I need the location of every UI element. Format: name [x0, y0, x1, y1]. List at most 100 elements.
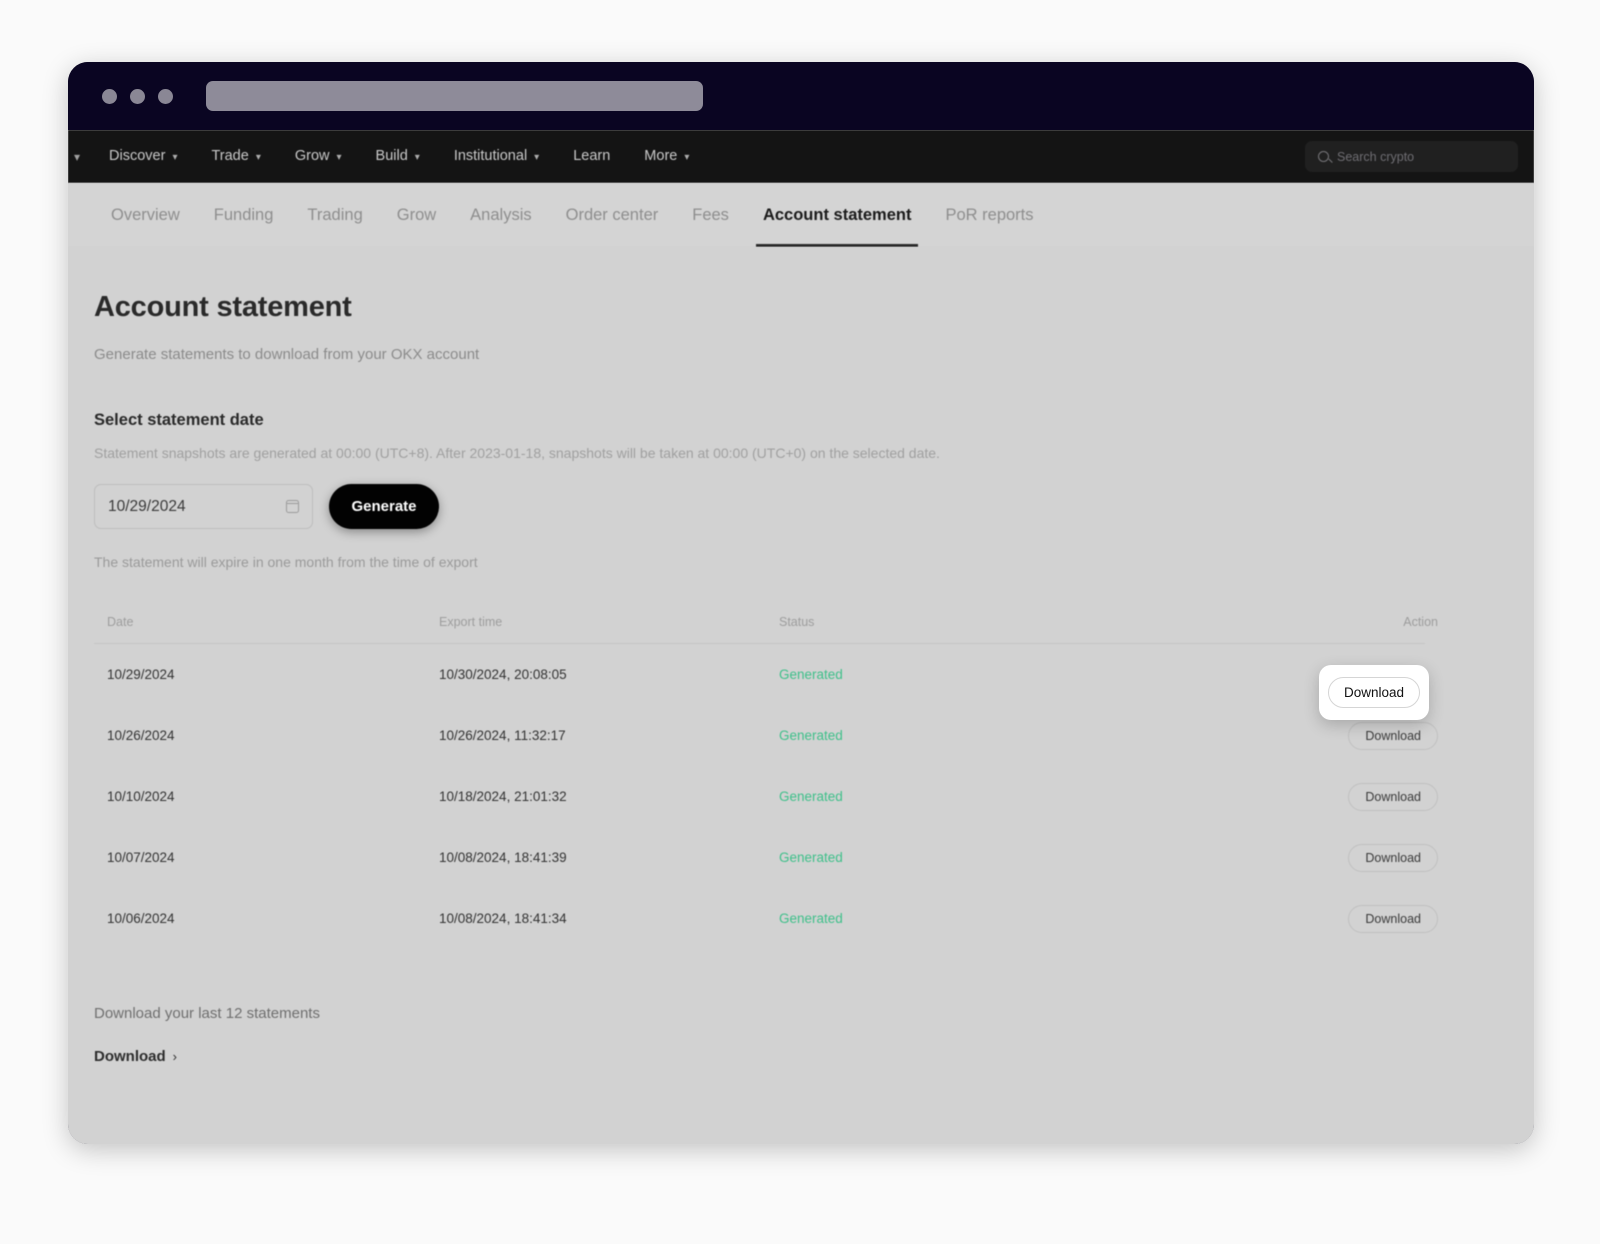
browser-window: ▾ Discover ▾ Trade ▾ Grow ▾ Build ▾ [68, 62, 1534, 1144]
nav-item-label: Discover [109, 130, 165, 183]
nav-item-build[interactable]: Build ▾ [359, 130, 437, 183]
download-button[interactable]: Download [1348, 722, 1438, 750]
cell-action: Download [1349, 905, 1438, 933]
cell-date: 10/07/2024 [107, 850, 439, 865]
cell-date: 10/26/2024 [107, 728, 439, 743]
highlighted-download-container: Download [1319, 665, 1429, 720]
expiry-note: The statement will expire in one month f… [94, 554, 1534, 570]
global-navbar: ▾ Discover ▾ Trade ▾ Grow ▾ Build ▾ [68, 130, 1534, 183]
tab-fees[interactable]: Fees [675, 183, 746, 247]
cell-export-time: 10/30/2024, 20:08:05 [439, 667, 779, 682]
select-date-section-description: Statement snapshots are generated at 00:… [94, 445, 1534, 461]
column-header-action: Action [1349, 615, 1438, 629]
statement-date-value: 10/29/2024 [108, 498, 186, 516]
main-content: Account statement Generate statements to… [68, 247, 1534, 1144]
download-button[interactable]: Download [1348, 905, 1438, 933]
screenshot-root: ▾ Discover ▾ Trade ▾ Grow ▾ Build ▾ [0, 0, 1600, 1244]
select-date-section-title: Select statement date [94, 411, 1534, 430]
statement-date-input[interactable]: 10/29/2024 [94, 484, 313, 529]
nav-item-trade[interactable]: Trade ▾ [194, 130, 277, 183]
chevron-down-icon: ▾ [684, 131, 689, 184]
tab-account-statement[interactable]: Account statement [746, 183, 929, 247]
tab-label: Trading [307, 206, 362, 225]
nav-item-more[interactable]: More ▾ [627, 130, 706, 183]
status-badge: Generated [779, 911, 1349, 926]
nav-item-institutional[interactable]: Institutional ▾ [437, 130, 556, 183]
download-button-highlighted[interactable]: Download [1328, 677, 1420, 708]
table-header-row: Date Export time Status Action [94, 600, 1425, 644]
tab-label: Funding [214, 206, 274, 225]
chevron-right-icon: › [173, 1049, 177, 1064]
tab-label: Fees [692, 206, 729, 225]
tab-label: Order center [566, 206, 659, 225]
chevron-down-icon[interactable]: ▾ [74, 150, 80, 164]
status-badge: Generated [779, 789, 1349, 804]
nav-item-label: Grow [295, 130, 330, 183]
table-row: 10/07/2024 10/08/2024, 18:41:39 Generate… [94, 827, 1425, 888]
search-input[interactable]: Search crypto [1305, 141, 1518, 172]
column-header-export-time: Export time [439, 615, 779, 629]
minimize-window-icon[interactable] [130, 89, 145, 104]
status-badge: Generated [779, 667, 1349, 682]
cell-date: 10/29/2024 [107, 667, 439, 682]
chevron-down-icon: ▾ [337, 131, 342, 184]
tab-order-center[interactable]: Order center [549, 183, 676, 247]
nav-item-label: More [644, 130, 677, 183]
status-badge: Generated [779, 728, 1349, 743]
account-tabs: Overview Funding Trading Grow Analysis O… [68, 183, 1534, 247]
nav-item-label: Institutional [454, 130, 527, 183]
tab-por-reports[interactable]: PoR reports [928, 183, 1050, 247]
tab-grow[interactable]: Grow [380, 183, 453, 247]
generate-button[interactable]: Generate [329, 484, 439, 529]
nav-item-label: Trade [211, 130, 248, 183]
column-header-status: Status [779, 615, 1349, 629]
tab-label: Account statement [763, 206, 912, 225]
download-all-link[interactable]: Download › [94, 1048, 177, 1065]
nav-item-label: Build [376, 130, 408, 183]
statements-table: Date Export time Status Action 10/29/202… [94, 600, 1425, 949]
tab-trading[interactable]: Trading [290, 183, 379, 247]
tab-analysis[interactable]: Analysis [453, 183, 548, 247]
cell-action: Download [1349, 783, 1438, 811]
chevron-down-icon: ▾ [172, 131, 177, 184]
table-row: 10/10/2024 10/18/2024, 21:01:32 Generate… [94, 766, 1425, 827]
maximize-window-icon[interactable] [158, 89, 173, 104]
search-icon [1318, 151, 1329, 162]
download-button[interactable]: Download [1348, 844, 1438, 872]
search-placeholder: Search crypto [1337, 150, 1414, 164]
tab-label: Analysis [470, 206, 531, 225]
tab-funding[interactable]: Funding [197, 183, 291, 247]
date-selection-row: 10/29/2024 Generate [94, 484, 1534, 529]
chevron-down-icon: ▾ [256, 131, 261, 184]
tab-overview[interactable]: Overview [94, 183, 197, 247]
last-statements-note: Download your last 12 statements [94, 1005, 1534, 1022]
address-bar[interactable] [206, 81, 703, 111]
nav-item-label: Learn [573, 130, 610, 183]
download-button[interactable]: Download [1348, 783, 1438, 811]
traffic-lights [102, 89, 173, 104]
page-subtitle: Generate statements to download from you… [94, 346, 1534, 363]
cell-action: Download [1349, 722, 1438, 750]
download-all-link-label: Download [94, 1048, 166, 1065]
chevron-down-icon: ▾ [534, 131, 539, 184]
cell-export-time: 10/08/2024, 18:41:34 [439, 911, 779, 926]
status-badge: Generated [779, 850, 1349, 865]
browser-titlebar [68, 62, 1534, 130]
chevron-down-icon: ▾ [415, 131, 420, 184]
nav-item-learn[interactable]: Learn [556, 130, 627, 183]
nav-item-grow[interactable]: Grow ▾ [278, 130, 359, 183]
cell-date: 10/06/2024 [107, 911, 439, 926]
cell-export-time: 10/18/2024, 21:01:32 [439, 789, 779, 804]
column-header-date: Date [107, 615, 439, 629]
table-row: 10/26/2024 10/26/2024, 11:32:17 Generate… [94, 705, 1425, 766]
cell-export-time: 10/08/2024, 18:41:39 [439, 850, 779, 865]
cell-export-time: 10/26/2024, 11:32:17 [439, 728, 779, 743]
tab-label: Grow [397, 206, 436, 225]
tab-label: Overview [111, 206, 180, 225]
tab-label: PoR reports [945, 206, 1033, 225]
close-window-icon[interactable] [102, 89, 117, 104]
nav-item-discover[interactable]: Discover ▾ [92, 130, 194, 183]
cell-date: 10/10/2024 [107, 789, 439, 804]
calendar-icon[interactable] [286, 500, 299, 513]
page-title: Account statement [94, 291, 1534, 324]
